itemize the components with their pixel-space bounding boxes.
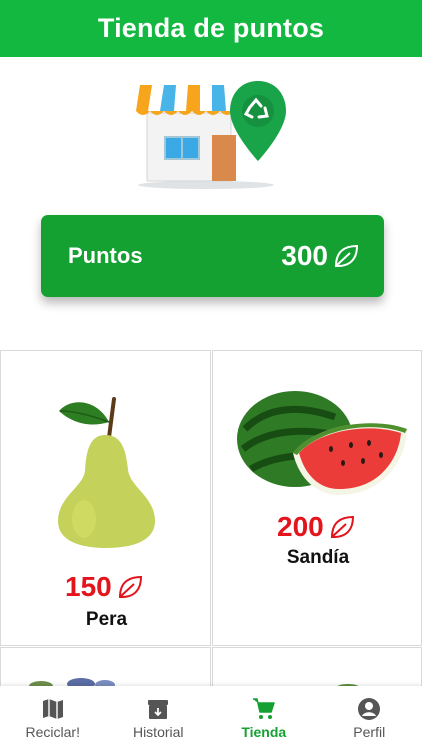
product-name: Pera [85, 609, 128, 630]
nav-label: Tienda [241, 723, 287, 740]
nav-label: Historial [132, 723, 184, 740]
account-icon [358, 697, 381, 720]
points-value: 300 [281, 240, 328, 271]
price-row: 150 [65, 571, 144, 603]
product-card[interactable]: 200 Sandía [212, 350, 422, 646]
map-icon [42, 698, 63, 719]
product-name: Sandía [286, 547, 350, 568]
points-label: Puntos [68, 243, 143, 268]
bottom-navigation: Reciclar! Historial Tienda Perfil [0, 686, 422, 750]
page-title: Tienda de puntos [97, 13, 325, 43]
leaf-icon [118, 575, 142, 598]
watermelon-image [237, 391, 407, 495]
nav-item-tienda[interactable]: Tienda [211, 686, 317, 750]
points-card: Puntos 300 [41, 215, 384, 297]
cart-icon [252, 697, 275, 719]
leaf-icon [334, 244, 359, 267]
leaf-icon [330, 515, 354, 538]
nav-label: Reciclar! [25, 723, 80, 740]
nav-label: Perfil [353, 723, 386, 740]
nav-item-historial[interactable]: Historial [106, 686, 212, 750]
archive-icon [148, 699, 169, 719]
app-header: Tienda de puntos [0, 0, 422, 57]
product-card[interactable]: 150 Pera [0, 350, 211, 646]
nav-item-reciclar[interactable]: Reciclar! [0, 686, 106, 750]
price-row: 200 [277, 511, 356, 543]
points-balance: 300 [281, 240, 360, 272]
nav-item-perfil[interactable]: Perfil [317, 686, 422, 750]
pear-image [58, 397, 155, 548]
recycling-store-illustration [136, 81, 286, 189]
product-price: 150 [65, 571, 112, 602]
product-price: 200 [277, 511, 324, 542]
